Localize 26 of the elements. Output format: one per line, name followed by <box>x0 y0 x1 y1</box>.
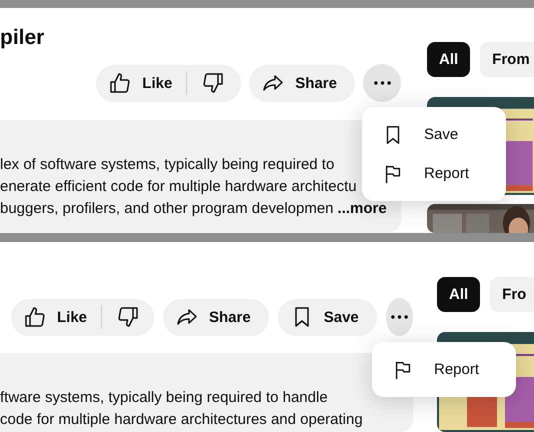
filter-chip[interactable]: All <box>427 42 470 77</box>
thumbs-up-icon <box>23 305 47 329</box>
description-text: buggers, profilers, and other program developmen <box>0 200 334 217</box>
share-button[interactable]: Share <box>163 298 269 336</box>
like-button[interactable]: Like <box>11 298 102 336</box>
report-menu-item[interactable]: Report <box>372 350 516 389</box>
more-icon <box>374 81 390 85</box>
video-title: piler <box>0 26 46 50</box>
more-button[interactable] <box>386 298 413 336</box>
description-text: ftware systems, typically being required to handle <box>0 389 328 406</box>
save-button[interactable]: Save <box>278 298 377 336</box>
filter-chip[interactable]: All <box>437 277 480 312</box>
filter-chip[interactable]: Fro <box>490 277 534 312</box>
save-menu-item[interactable]: Save <box>362 115 506 154</box>
share-button[interactable]: Share <box>249 64 355 102</box>
description-text: enerate efficient code for multiple hardware architectu <box>0 178 357 195</box>
more-icon <box>390 315 408 319</box>
thumbs-down-icon <box>201 71 226 95</box>
description-text: lex of software systems, typically being required to <box>0 156 334 173</box>
filter-chip[interactable]: From <box>480 42 534 77</box>
like-button[interactable]: Like <box>96 64 186 102</box>
more-link[interactable]: ...more <box>338 200 387 217</box>
report-menu-item[interactable]: Report <box>362 154 506 193</box>
description-text: code for multiple hardware architectures and operating <box>0 411 363 428</box>
thumbs-up-icon <box>108 71 132 95</box>
thumbs-down-icon <box>116 305 140 329</box>
